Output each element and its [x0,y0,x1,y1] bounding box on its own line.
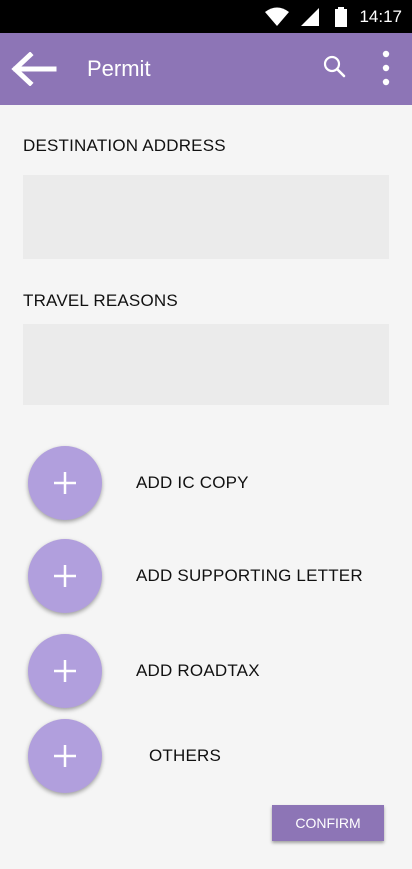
more-vert-icon [382,50,390,86]
cell-signal-icon [301,8,319,26]
destination-address-input[interactable] [23,175,389,259]
plus-icon [54,745,76,767]
destination-address-label: DESTINATION ADDRESS [23,136,226,155]
battery-icon [335,7,347,27]
plus-icon [54,660,76,682]
add-roadtax-button[interactable] [28,634,102,708]
page-title: Permit [87,56,151,81]
more-options-button[interactable] [374,49,398,87]
travel-reasons-label: TRAVEL REASONS [23,291,178,310]
add-roadtax-label: ADD ROADTAX [136,661,260,680]
add-others-label: OTHERS [149,746,222,765]
add-ic-copy-label: ADD IC COPY [136,473,249,492]
status-time: 14:17 [359,7,402,26]
wifi-icon [265,7,289,26]
confirm-button[interactable]: CONFIRM [272,805,384,841]
search-icon [323,55,346,78]
back-button[interactable] [10,51,58,87]
add-supporting-letter-label: ADD SUPPORTING LETTER [136,566,363,585]
back-arrow-icon [11,51,57,87]
search-button[interactable] [322,54,348,80]
app-bar: Permit [0,33,412,105]
add-others-button[interactable] [28,719,102,793]
travel-reasons-input[interactable] [23,324,389,405]
plus-icon [54,472,76,494]
add-supporting-letter-button[interactable] [28,539,102,613]
add-ic-copy-button[interactable] [28,446,102,520]
status-bar: 14:17 [0,0,412,33]
plus-icon [54,565,76,587]
